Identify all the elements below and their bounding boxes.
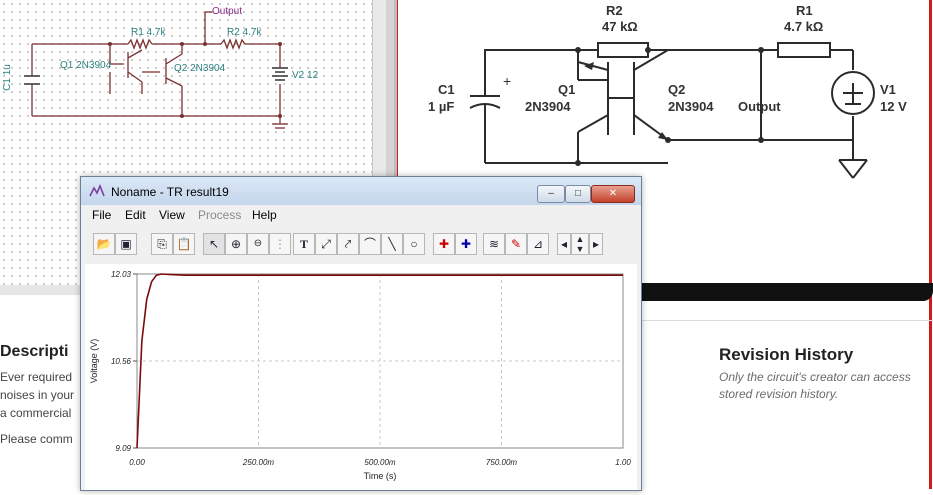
x-tick-label: 0.00 <box>129 458 145 467</box>
left-schematic-wiring <box>24 11 288 129</box>
menu-process[interactable]: Process <box>198 208 241 222</box>
v2-label: V2 12 <box>292 70 319 81</box>
q2-label: Q2 2N3904 <box>174 63 226 74</box>
save-icon[interactable]: ▣ <box>115 233 137 255</box>
y-tick-label: 12.03 <box>111 270 132 279</box>
zoom-100-icon[interactable]: ⊖ <box>247 233 269 255</box>
menu-view[interactable]: View <box>159 208 185 222</box>
menu-help[interactable]: Help <box>252 208 277 222</box>
q2-name: Q2 <box>668 82 686 97</box>
y-axis-label: Voltage (V) <box>89 339 99 384</box>
output-node-label: Output <box>738 99 781 114</box>
c1-plus: + <box>503 73 512 89</box>
x-tick-label: 250.00m <box>242 458 274 467</box>
description-line-4: Please comm <box>0 432 73 446</box>
cursor-b-icon[interactable]: ⤤ <box>337 233 359 255</box>
window-border-right <box>929 0 932 489</box>
curve-icon[interactable]: ⊿ <box>527 233 549 255</box>
r2-label: R2 4.7k <box>227 27 262 38</box>
q2-model: 2N3904 <box>668 99 714 114</box>
window-border <box>397 0 398 176</box>
circle-icon[interactable]: ○ <box>403 233 425 255</box>
panel-bottom-bar <box>640 283 933 301</box>
series-icon[interactable]: ≋ <box>483 233 505 255</box>
revision-body-line-2: stored revision history. <box>719 387 839 401</box>
r1-value: 4.7 kΩ <box>784 19 824 34</box>
toolbar: 📂 ▣ ⎘ 📋 ↖ ⊕ ⊖ ⋮ T ⤢ ⤤ ⌒ ╲ ○ ✚ ✚ ≋ ✎ ⊿ ◂ … <box>87 233 635 257</box>
tr-result-window[interactable]: Noname - TR result19 – □ ✕ File Edit Vie… <box>80 176 642 491</box>
y-tick-label: 10.56 <box>111 357 132 366</box>
description-line-3: a commercial <box>0 406 72 420</box>
x-tick-label: 500.00m <box>364 458 395 467</box>
revision-history-title: Revision History <box>719 345 854 364</box>
copy-icon[interactable]: ⎘ <box>151 233 173 255</box>
scroll-up-down-icon[interactable]: ▲ ▼ <box>571 233 589 255</box>
plot-area[interactable]: 0.00 250.00m 500.00m 750.00m 1.00 9.09 10.56 12… <box>85 264 637 490</box>
revision-history-body: Only the circuit's creator can access st… <box>719 369 911 403</box>
q1-name: Q1 <box>558 82 576 97</box>
x-tick-label: 1.00 <box>615 458 631 467</box>
c1-label: C1 1u <box>1 64 13 91</box>
text-tool-icon[interactable]: T <box>293 233 315 255</box>
marker-a-icon[interactable]: ✚ <box>433 233 455 255</box>
revision-body-line-1: Only the circuit's creator can access <box>719 370 911 384</box>
x-axis-label: Time (s) <box>364 471 397 481</box>
q1-label: Q1 2N3904 <box>60 60 112 71</box>
description-title: Descripti <box>0 343 69 360</box>
window-titlebar[interactable]: Noname - TR result19 – □ ✕ <box>81 177 641 205</box>
c1-value: 1 µF <box>428 99 455 114</box>
window-title: Noname - TR result19 <box>111 185 229 199</box>
scroll-left-icon[interactable]: ◂ <box>557 233 571 255</box>
description-panel: Descripti Ever required noises in your a… <box>0 285 85 489</box>
c1-name: C1 <box>438 82 455 97</box>
x-tick-label: 750.00m <box>486 458 517 467</box>
minimize-button[interactable]: – <box>537 185 565 203</box>
paste-icon[interactable]: 📋 <box>173 233 195 255</box>
y-tick-label: 9.09 <box>115 444 131 453</box>
open-folder-icon[interactable]: 📂 <box>93 233 115 255</box>
description-header-bar <box>0 285 85 295</box>
r1-label: R1 4.7k <box>131 27 166 38</box>
pen-icon[interactable]: ✎ <box>505 233 527 255</box>
marker-b-icon[interactable]: ✚ <box>455 233 477 255</box>
q1-model: 2N3904 <box>525 99 571 114</box>
maximize-button[interactable]: □ <box>565 185 591 203</box>
voltage-time-chart: 0.00 250.00m 500.00m 750.00m 1.00 9.09 10.56 12… <box>89 270 631 481</box>
r2-value: 47 kΩ <box>602 19 638 34</box>
app-icon <box>89 183 105 198</box>
grid-icon[interactable]: ⋮ <box>269 233 291 255</box>
editor-scrollbar[interactable] <box>372 0 387 176</box>
output-label: Output <box>212 6 243 17</box>
cursor-a-icon[interactable]: ⤢ <box>315 233 337 255</box>
r2-name: R2 <box>606 3 623 18</box>
v1-value: 12 V <box>880 99 907 114</box>
menu-edit[interactable]: Edit <box>125 208 146 222</box>
menu-bar: File Edit View Process Help <box>81 205 641 225</box>
line-icon[interactable]: ╲ <box>381 233 403 255</box>
function-icon[interactable]: ⌒ <box>359 233 381 255</box>
scroll-right-icon[interactable]: ▸ <box>589 233 603 255</box>
section-divider <box>640 320 933 321</box>
menu-file[interactable]: File <box>92 208 111 222</box>
r1-name: R1 <box>796 3 813 18</box>
description-line-1: Ever required <box>0 370 73 384</box>
zoom-in-icon[interactable]: ⊕ <box>225 233 247 255</box>
pointer-icon[interactable]: ↖ <box>203 233 225 255</box>
description-line-2: noises in your <box>0 388 75 402</box>
close-button[interactable]: ✕ <box>591 185 635 203</box>
v1-name: V1 <box>880 82 896 97</box>
